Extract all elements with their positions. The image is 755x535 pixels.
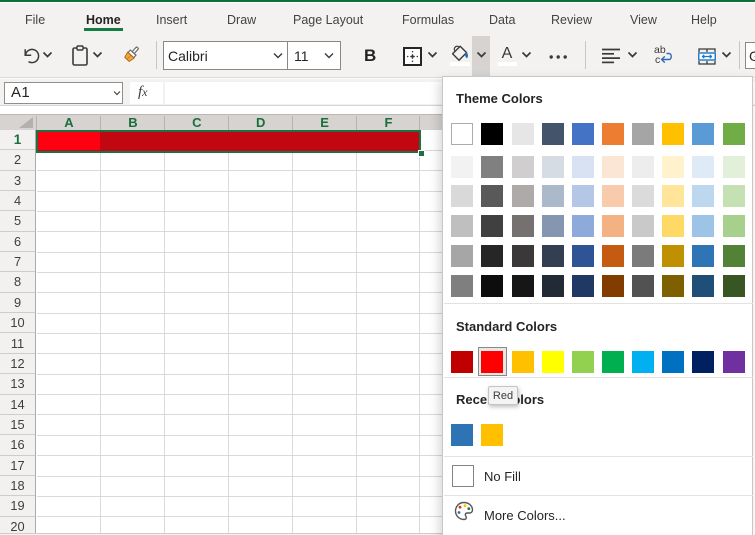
svg-text:c: c [655, 54, 660, 66]
